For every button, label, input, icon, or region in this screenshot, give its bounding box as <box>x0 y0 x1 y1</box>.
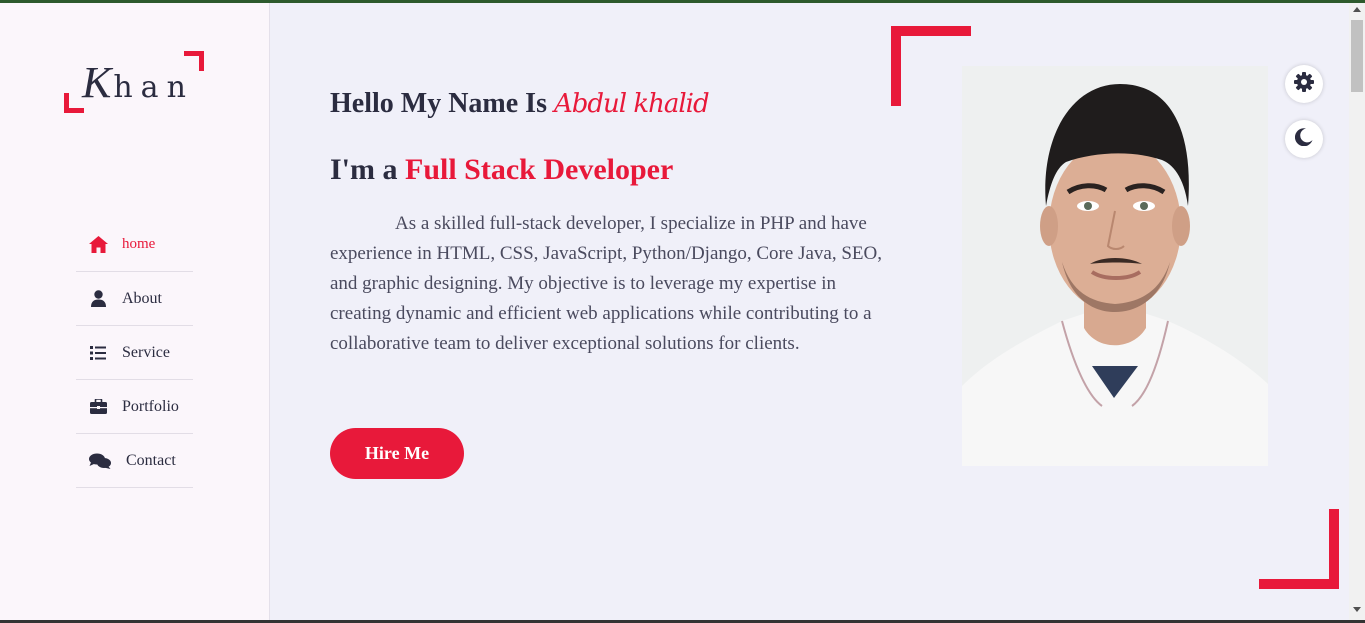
logo-corner-bottom-left <box>64 93 84 113</box>
nav-item-home[interactable]: home <box>76 218 193 272</box>
logo-rest: han <box>113 70 194 105</box>
role-title: Full Stack Developer <box>405 153 674 186</box>
profile-photo <box>962 66 1268 466</box>
list-icon <box>88 343 108 363</box>
greeting-text: Hello My Name Is <box>330 88 547 119</box>
theme-toggle-button[interactable] <box>1285 120 1323 158</box>
nav-item-service[interactable]: Service <box>76 326 193 380</box>
comments-icon <box>88 451 112 471</box>
nav-item-label: Contact <box>126 451 176 469</box>
vertical-scrollbar[interactable] <box>1349 3 1365 620</box>
settings-button[interactable] <box>1285 65 1323 103</box>
scrollbar-thumb[interactable] <box>1351 20 1363 92</box>
scroll-down-arrow[interactable] <box>1353 607 1361 612</box>
user-icon <box>88 289 108 309</box>
photo-frame-corner-bottom-right <box>1259 509 1339 589</box>
photo-frame-corner-top-left <box>891 26 971 106</box>
logo-text: Khan <box>82 57 194 108</box>
nav-item-portfolio[interactable]: Portfolio <box>76 380 193 434</box>
nav-item-label: Portfolio <box>122 397 179 415</box>
role-prefix: I'm a <box>330 153 398 186</box>
hire-me-button[interactable]: Hire Me <box>330 428 464 479</box>
briefcase-icon <box>88 397 108 417</box>
nav-item-label: Service <box>122 343 170 361</box>
nav-item-about[interactable]: About <box>76 272 193 326</box>
sidebar: Khan home About Service Portfolio Contac… <box>0 3 270 620</box>
moon-icon <box>1294 127 1313 151</box>
home-icon <box>88 235 108 255</box>
greeting-heading: Hello My Name Is Abdul khalid <box>330 88 710 120</box>
gear-icon <box>1294 71 1314 97</box>
nav-item-contact[interactable]: Contact <box>76 434 193 488</box>
nav-item-label: home <box>122 236 156 252</box>
main-nav: home About Service Portfolio Contact <box>76 218 193 488</box>
scroll-up-arrow[interactable] <box>1353 7 1361 12</box>
person-name: Abdul khalid <box>553 89 710 119</box>
logo[interactable]: Khan <box>64 51 206 119</box>
bio-description: As a skilled full-stack developer, I spe… <box>330 213 882 354</box>
role-heading: I'm a Full Stack Developer <box>330 153 673 187</box>
logo-first-letter: K <box>82 58 114 107</box>
nav-item-label: About <box>122 289 162 307</box>
